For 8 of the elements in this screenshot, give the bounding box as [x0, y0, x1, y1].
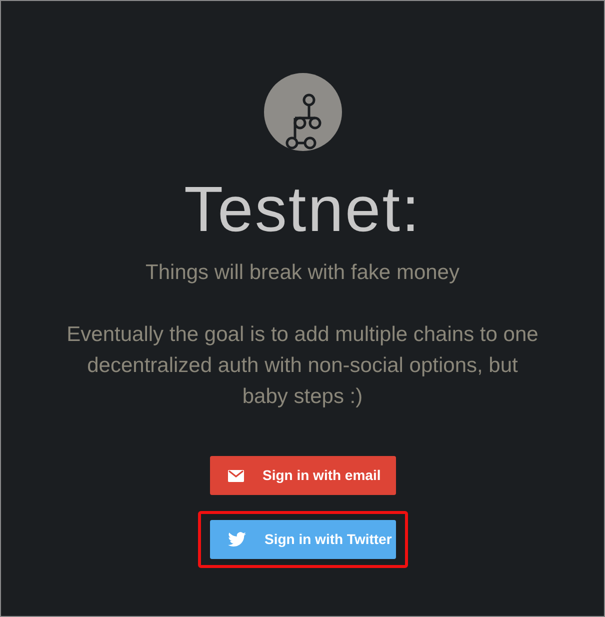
twitter-sign-in-button[interactable]: Sign in with Twitter — [210, 520, 396, 559]
envelope-icon — [228, 470, 244, 482]
logo-icon — [264, 73, 342, 151]
subtitle: Things will break with fake money — [146, 260, 460, 286]
bird-icon — [228, 532, 246, 547]
email-sign-in-button[interactable]: Sign in with email — [210, 456, 396, 495]
page-title: Testnet: — [184, 173, 421, 245]
description: Eventually the goal is to add multiple chains to one decentralized auth with non-social options, but baby steps :) — [66, 322, 540, 410]
